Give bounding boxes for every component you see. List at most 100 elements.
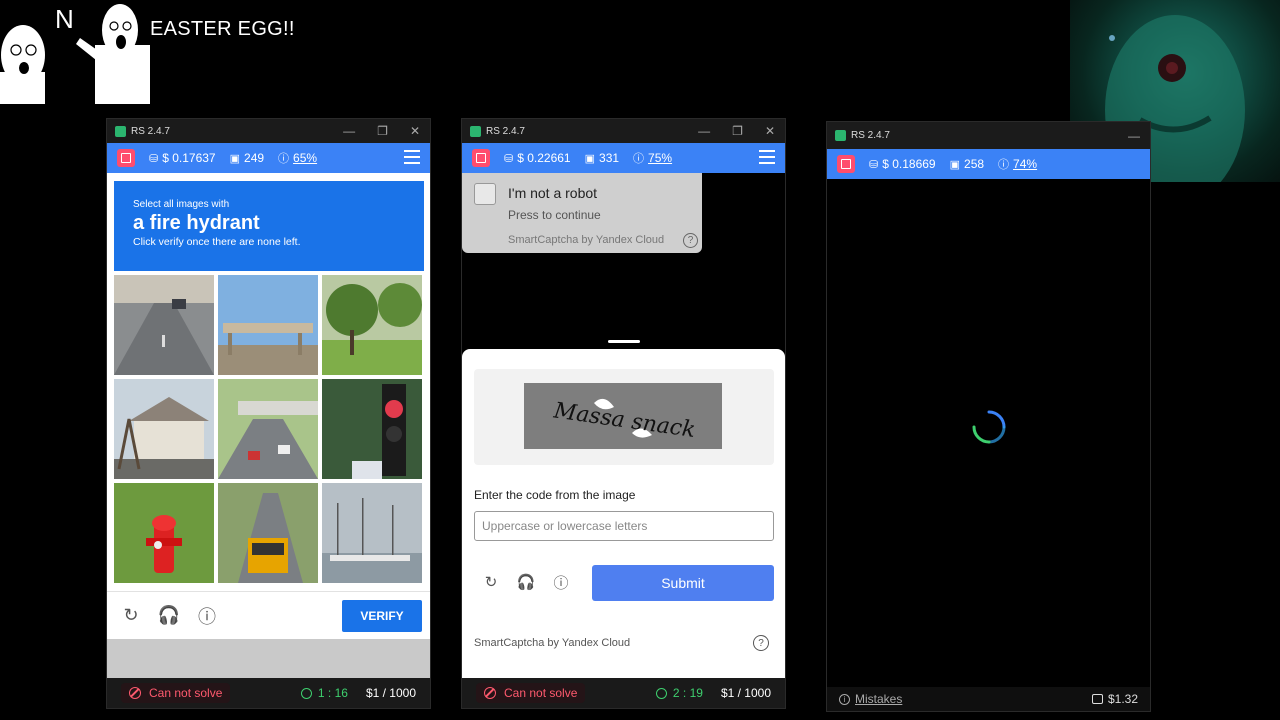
window-titlebar: RS 2.4.7 — [827, 122, 1150, 149]
close-icon[interactable]: ✕ [765, 124, 775, 138]
window-footer: Can not solve 2 : 19 $1 / 1000 [462, 678, 785, 708]
clock-icon [300, 687, 312, 699]
count-stat: ▣ 258 [950, 157, 984, 171]
wallet-balance: $1.32 [1091, 692, 1138, 706]
info-icon[interactable]: ⓘ [552, 573, 570, 592]
close-icon[interactable]: ✕ [410, 124, 420, 138]
grid-tile-highway[interactable] [114, 275, 214, 375]
grid-tile-traffic-light[interactable] [322, 379, 422, 479]
recaptcha-instruction: Select all images with a fire hydrant Cl… [114, 181, 424, 271]
footer-brand: SmartCaptcha by Yandex Cloud [474, 637, 631, 649]
menu-icon[interactable] [404, 150, 420, 164]
count-value: 258 [964, 157, 985, 171]
grid-tile-harbor[interactable] [322, 483, 422, 583]
info-circle-icon: ⓘ [278, 153, 290, 165]
recaptcha-toolbar: ↻ 🎧 ⓘ VERIFY [107, 591, 430, 639]
window-footer: i Mistakes $1.32 [827, 687, 1150, 711]
grid-tile-overpass[interactable] [218, 379, 318, 479]
grid-tile-fire-hydrant[interactable] [114, 483, 214, 583]
loading-area [827, 179, 1150, 687]
loading-spinner-icon [972, 410, 1006, 444]
headphones-icon[interactable]: 🎧 [158, 605, 180, 626]
press-label: Press to continue [508, 208, 601, 222]
cannot-solve-label: Can not solve [149, 686, 223, 700]
window-title: RS 2.4.7 [131, 125, 170, 137]
coins-icon: ⛁ [869, 158, 879, 171]
reload-icon[interactable]: ↻ [121, 605, 141, 626]
reload-icon[interactable]: ↻ [482, 573, 500, 591]
image-icon: ▣ [584, 152, 596, 165]
instruction-small: Select all images with [133, 199, 230, 210]
percent-stat[interactable]: ⓘ 74% [998, 156, 1037, 172]
yandex-checkbox-widget: I'm not a robot Press to continue SmartC… [462, 173, 702, 253]
percent-value: 74% [1013, 157, 1038, 171]
info-icon[interactable]: ⓘ [197, 606, 217, 627]
input-label: Enter the code from the image [474, 488, 636, 502]
stop-button[interactable] [837, 155, 855, 173]
balance-value: $ 0.22661 [517, 151, 571, 165]
grid-tile-footbridge[interactable] [218, 275, 318, 375]
app-icon [470, 125, 481, 137]
wallet-value: $1.32 [1107, 692, 1138, 706]
instruction-sub: Click verify once there are none left. [133, 236, 301, 248]
meme-caption: EASTER EGG!! [150, 18, 295, 40]
mistakes-label: Mistakes [855, 692, 903, 706]
captcha-code-input[interactable] [474, 511, 774, 541]
stop-button[interactable] [117, 149, 135, 167]
grid-tile-trees[interactable] [322, 275, 422, 375]
rate-value: $1 / 1000 [720, 686, 771, 700]
brand-label: SmartCaptcha by Yandex Cloud [508, 234, 665, 246]
challenge-tools: ↻ 🎧 ⓘ [482, 573, 570, 592]
yandex-captcha-area: I'm not a robot Press to continue SmartC… [462, 173, 785, 678]
minimize-icon[interactable]: — [1128, 129, 1140, 143]
robot-checkbox[interactable] [474, 183, 496, 205]
help-icon[interactable]: ? [753, 635, 769, 651]
coins-icon: ⛁ [149, 152, 159, 165]
stop-button[interactable] [472, 149, 490, 167]
info-circle-icon: ⓘ [633, 153, 645, 165]
window-title: RS 2.4.7 [486, 125, 525, 137]
balance-value: $ 0.17637 [162, 151, 216, 165]
percent-value: 65% [293, 151, 318, 165]
stats-bar: ⛁ $ 0.17637 ▣ 249 ⓘ 65% [107, 143, 430, 173]
headphones-icon[interactable]: 🎧 [517, 573, 536, 591]
cannot-solve-button[interactable]: Can not solve [121, 683, 231, 703]
block-icon [484, 687, 496, 699]
instruction-target: a fire hydrant [133, 212, 260, 234]
app-icon [835, 130, 846, 141]
minimize-icon[interactable]: — [698, 124, 710, 138]
window-footer: Can not solve 1 : 16 $1 / 1000 [107, 678, 430, 708]
image-grid [114, 275, 424, 585]
cannot-solve-button[interactable]: Can not solve [476, 683, 586, 703]
maximize-icon[interactable]: ❐ [732, 124, 743, 138]
count-value: 331 [599, 151, 620, 165]
submit-button[interactable]: Submit [592, 565, 774, 601]
rate-value: $1 / 1000 [365, 686, 416, 700]
timer: 1 : 16 [300, 686, 348, 700]
clock-icon [655, 687, 667, 699]
percent-stat[interactable]: ⓘ 65% [278, 150, 317, 166]
minimize-icon[interactable]: — [343, 124, 355, 138]
balance-stat: ⛁ $ 0.22661 [504, 151, 571, 165]
meme-letter: N [55, 4, 74, 34]
percent-stat[interactable]: ⓘ 75% [633, 150, 672, 166]
balance-value: $ 0.18669 [882, 157, 936, 171]
menu-icon[interactable] [759, 150, 775, 164]
count-value: 249 [244, 151, 265, 165]
maximize-icon[interactable]: ❐ [377, 124, 388, 138]
verify-button[interactable]: VERIFY [342, 600, 422, 632]
screen: N EASTER EGG!! RS 2.4.7 — ❐ ✕ ⛁ $ 0.17637… [0, 0, 1280, 720]
window-title: RS 2.4.7 [851, 130, 890, 141]
mistakes-link[interactable]: i Mistakes [839, 692, 902, 706]
solver-window-1: RS 2.4.7 — ❐ ✕ ⛁ $ 0.17637 ▣ 249 ⓘ 65% Sele… [106, 118, 431, 709]
help-icon[interactable]: ? [683, 233, 698, 248]
app-icon [115, 125, 126, 137]
solver-window-2: RS 2.4.7 — ❐ ✕ ⛁ $ 0.22661 ▣ 331 ⓘ 75% I'm … [461, 118, 786, 709]
drag-handle[interactable] [608, 340, 640, 343]
coins-icon: ⛁ [504, 152, 514, 165]
balance-stat: ⛁ $ 0.18669 [869, 157, 936, 171]
recaptcha-challenge: Select all images with a fire hydrant Cl… [107, 173, 430, 678]
grid-tile-houses[interactable] [114, 379, 214, 479]
solver-window-3: RS 2.4.7 — ⛁ $ 0.18669 ▣ 258 ⓘ 74% i Mistake… [826, 121, 1151, 712]
grid-tile-school-bus[interactable] [218, 483, 318, 583]
